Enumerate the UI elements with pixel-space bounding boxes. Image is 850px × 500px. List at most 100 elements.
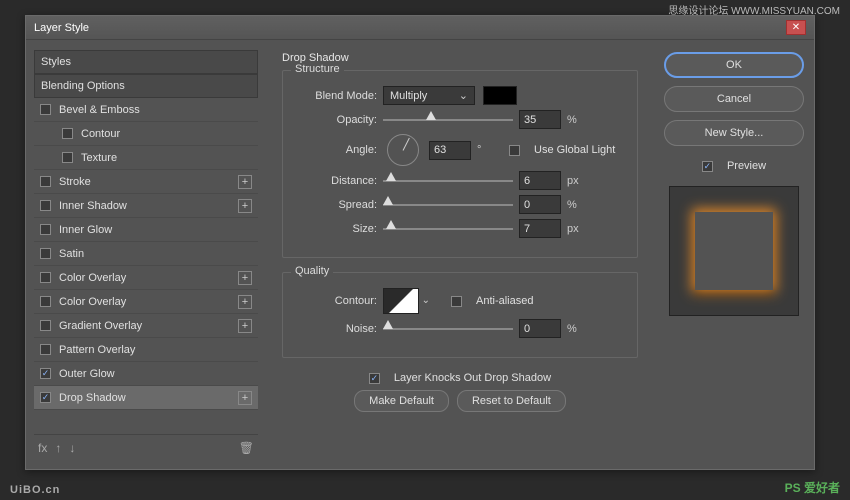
distance-slider[interactable] bbox=[383, 174, 513, 187]
new-style-button[interactable]: New Style... bbox=[664, 120, 804, 146]
anti-aliased-label: Anti-aliased bbox=[476, 295, 533, 307]
checkbox[interactable] bbox=[40, 272, 51, 283]
sidebar-item-bevel-emboss[interactable]: Bevel & Emboss bbox=[34, 98, 258, 122]
sidebar-item-inner-shadow[interactable]: Inner Shadow + bbox=[34, 194, 258, 218]
close-button[interactable]: ✕ bbox=[786, 20, 806, 35]
sidebar-label: Pattern Overlay bbox=[59, 344, 135, 356]
sidebar-item-texture[interactable]: Texture bbox=[34, 146, 258, 170]
checkbox[interactable] bbox=[40, 248, 51, 259]
add-icon[interactable]: + bbox=[238, 295, 252, 309]
sidebar-label: Texture bbox=[81, 152, 117, 164]
arrow-up-icon[interactable]: ↑ bbox=[55, 441, 61, 455]
sidebar-label: Styles bbox=[41, 56, 71, 68]
noise-label: Noise: bbox=[297, 323, 377, 335]
trash-icon[interactable]: 🗑 bbox=[239, 441, 254, 455]
sidebar-item-drop-shadow[interactable]: Drop Shadow+ bbox=[34, 386, 258, 410]
distance-unit: px bbox=[567, 175, 585, 187]
distance-input[interactable]: 6 bbox=[519, 171, 561, 190]
cancel-button[interactable]: Cancel bbox=[664, 86, 804, 112]
color-swatch[interactable] bbox=[483, 86, 517, 105]
sidebar-label: Outer Glow bbox=[59, 368, 115, 380]
sidebar-item-color-overlay-1[interactable]: Color Overlay + bbox=[34, 266, 258, 290]
titlebar[interactable]: Layer Style ✕ bbox=[26, 16, 814, 40]
angle-label: Angle: bbox=[297, 144, 377, 156]
main-panel: Drop Shadow Structure Blend Mode: Multip… bbox=[266, 40, 654, 469]
quality-legend: Quality bbox=[291, 265, 333, 277]
anti-aliased-checkbox[interactable] bbox=[451, 296, 462, 307]
checkbox[interactable] bbox=[62, 128, 73, 139]
angle-unit: ° bbox=[477, 144, 495, 156]
reset-default-button[interactable]: Reset to Default bbox=[457, 390, 566, 412]
sidebar-label: Blending Options bbox=[41, 80, 125, 92]
opacity-input[interactable]: 35 bbox=[519, 110, 561, 129]
ok-button[interactable]: OK bbox=[664, 52, 804, 78]
add-icon[interactable]: + bbox=[238, 271, 252, 285]
checkbox[interactable] bbox=[40, 104, 51, 115]
spread-input[interactable]: 0 bbox=[519, 195, 561, 214]
make-default-button[interactable]: Make Default bbox=[354, 390, 449, 412]
sidebar-label: Color Overlay bbox=[59, 272, 126, 284]
size-slider[interactable] bbox=[383, 222, 513, 235]
sidebar-label: Bevel & Emboss bbox=[59, 104, 140, 116]
checkbox[interactable] bbox=[40, 224, 51, 235]
checkbox[interactable] bbox=[40, 320, 51, 331]
spread-label: Spread: bbox=[297, 199, 377, 211]
add-icon[interactable]: + bbox=[238, 319, 252, 333]
contour-picker[interactable] bbox=[383, 288, 419, 314]
sidebar-footer: fx ↑ ↓ 🗑 bbox=[34, 434, 258, 461]
arrow-down-icon[interactable]: ↓ bbox=[69, 441, 75, 455]
window-title: Layer Style bbox=[34, 22, 786, 34]
angle-dial[interactable] bbox=[387, 134, 419, 166]
size-unit: px bbox=[567, 223, 585, 235]
sidebar-label: Gradient Overlay bbox=[59, 320, 142, 332]
layer-style-dialog: Layer Style ✕ Styles Blending Options Be… bbox=[25, 15, 815, 470]
distance-label: Distance: bbox=[297, 175, 377, 187]
add-icon[interactable]: + bbox=[238, 175, 252, 189]
sidebar-label: Inner Glow bbox=[59, 224, 112, 236]
fx-icon[interactable]: fx bbox=[38, 441, 47, 455]
sidebar-item-gradient-overlay[interactable]: Gradient Overlay + bbox=[34, 314, 258, 338]
size-input[interactable]: 7 bbox=[519, 219, 561, 238]
sidebar-label: Color Overlay bbox=[59, 296, 126, 308]
sidebar-label: Inner Shadow bbox=[59, 200, 127, 212]
blend-mode-select[interactable]: Multiply bbox=[383, 86, 475, 105]
sidebar-label: Contour bbox=[81, 128, 120, 140]
checkbox[interactable] bbox=[62, 152, 73, 163]
opacity-label: Opacity: bbox=[297, 114, 377, 126]
sidebar-item-pattern-overlay[interactable]: Pattern Overlay bbox=[34, 338, 258, 362]
sidebar-item-contour[interactable]: Contour bbox=[34, 122, 258, 146]
checkbox[interactable] bbox=[40, 344, 51, 355]
preview-box bbox=[669, 186, 799, 316]
add-icon[interactable]: + bbox=[238, 199, 252, 213]
sidebar-item-blending-options[interactable]: Blending Options bbox=[34, 74, 258, 98]
sidebar-item-inner-glow[interactable]: Inner Glow bbox=[34, 218, 258, 242]
add-icon[interactable]: + bbox=[238, 391, 252, 405]
use-global-light-checkbox[interactable] bbox=[509, 145, 520, 156]
sidebar-item-styles[interactable]: Styles bbox=[34, 50, 258, 74]
watermark-top: 思缘设计论坛 WWW.MISSYUAN.COM bbox=[668, 2, 840, 17]
right-column: OK Cancel New Style... Preview bbox=[654, 40, 814, 469]
angle-input[interactable]: 63 bbox=[429, 141, 471, 160]
checkbox[interactable] bbox=[40, 368, 51, 379]
watermark-bottom-left: UiBO.cn bbox=[10, 484, 60, 496]
opacity-slider[interactable] bbox=[383, 113, 513, 126]
checkbox[interactable] bbox=[40, 176, 51, 187]
size-label: Size: bbox=[297, 223, 377, 235]
sidebar-item-stroke[interactable]: Stroke+ bbox=[34, 170, 258, 194]
checkbox[interactable] bbox=[40, 296, 51, 307]
layer-knocks-out-checkbox[interactable] bbox=[369, 373, 380, 384]
preview-checkbox[interactable] bbox=[702, 161, 713, 172]
noise-slider[interactable] bbox=[383, 322, 513, 335]
quality-group: Quality Contour: Anti-aliased Noise: 0 % bbox=[282, 272, 638, 358]
sidebar-item-satin[interactable]: Satin bbox=[34, 242, 258, 266]
checkbox[interactable] bbox=[40, 392, 51, 403]
noise-input[interactable]: 0 bbox=[519, 319, 561, 338]
sidebar-item-color-overlay-2[interactable]: Color Overlay + bbox=[34, 290, 258, 314]
spread-slider[interactable] bbox=[383, 198, 513, 211]
sidebar-item-outer-glow[interactable]: Outer Glow bbox=[34, 362, 258, 386]
noise-unit: % bbox=[567, 323, 585, 335]
structure-group: Structure Blend Mode: Multiply Opacity: … bbox=[282, 70, 638, 258]
blend-mode-value: Multiply bbox=[390, 90, 427, 102]
preview-swatch bbox=[695, 212, 773, 290]
checkbox[interactable] bbox=[40, 200, 51, 211]
